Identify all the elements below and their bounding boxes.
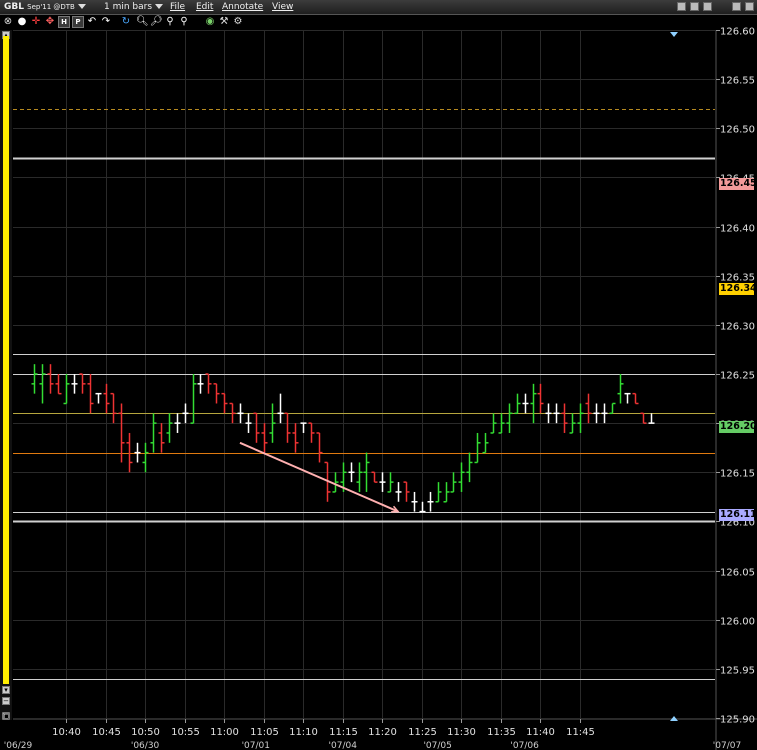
bid-price-label: 126.34: [719, 283, 757, 295]
x-tick-label: 10:40: [52, 727, 81, 738]
x-tick-label: 11:25: [408, 727, 437, 738]
x-tick-label: 11:20: [368, 727, 397, 738]
x-tick-label: 11:30: [447, 727, 476, 738]
y-tick-label: 126.30: [720, 322, 755, 333]
x-tick-label: 10:50: [131, 727, 160, 738]
y-tick-label: 126.00: [720, 617, 755, 628]
price-chart[interactable]: 126.60126.55126.50126.45126.40126.35126.…: [0, 0, 757, 750]
x-tick-label: 11:00: [210, 727, 239, 738]
y-tick-label: 126.50: [720, 125, 755, 136]
x-tick-label: 11:45: [566, 727, 595, 738]
x-tick-label: 10:45: [92, 727, 121, 738]
x-tick-label: 11:05: [250, 727, 279, 738]
low-price-label: 126.11: [719, 509, 757, 521]
y-tick-label: 126.35: [720, 273, 755, 284]
last-price-label: 126.20: [719, 421, 757, 433]
date-label: '06/29: [4, 741, 33, 750]
y-tick-label: 126.55: [720, 76, 755, 87]
y-tick-label: 126.40: [720, 224, 755, 235]
x-tick-label: 10:55: [171, 727, 200, 738]
date-label: '06/30: [131, 741, 160, 750]
y-tick-label: 126.15: [720, 469, 755, 480]
x-tick-label: 11:35: [487, 727, 516, 738]
x-tick-label: 11:15: [329, 727, 358, 738]
y-tick-label: 126.60: [720, 27, 755, 38]
y-tick-label: 126.05: [720, 568, 755, 579]
y-tick-label: 125.90: [720, 715, 755, 726]
date-label: '07/01: [242, 741, 270, 750]
date-label: '07/07: [713, 741, 741, 750]
ask-price-label: 126.45: [719, 178, 757, 190]
x-tick-label: 11:10: [289, 727, 318, 738]
y-tick-label: 126.25: [720, 371, 755, 382]
date-label: '07/05: [423, 741, 451, 750]
date-label: '07/06: [510, 741, 539, 750]
y-tick-label: 125.95: [720, 666, 755, 677]
date-label: '07/04: [329, 741, 358, 750]
x-tick-label: 11:40: [526, 727, 555, 738]
